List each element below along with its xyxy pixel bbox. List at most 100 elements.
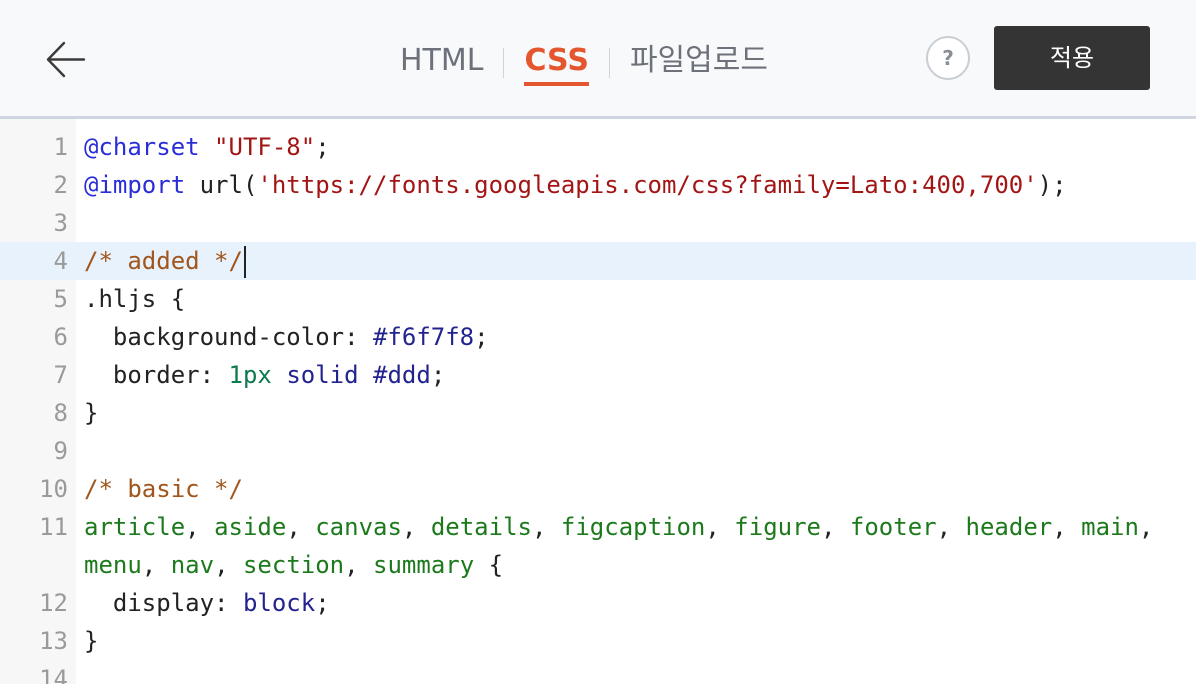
code-token: { — [474, 551, 504, 579]
editor-header: HTML CSS 파일업로드 ? 적용 — [0, 0, 1196, 119]
code-token: "UTF-8" — [214, 133, 316, 161]
line-number: 12 — [39, 589, 68, 617]
line-text: article, aside, canvas, details, figcapt… — [84, 508, 1153, 546]
line-text: /* basic */ — [84, 470, 243, 508]
apply-button[interactable]: 적용 — [994, 26, 1150, 90]
code-token: .hljs { — [84, 285, 186, 313]
arrow-left-icon — [46, 41, 86, 78]
code-line[interactable]: 3 — [0, 204, 1196, 242]
code-area[interactable]: 1 @charset "UTF-8"; 2 @import url('https://… — [0, 128, 1196, 684]
code-token: , — [141, 551, 171, 579]
code-token: , — [401, 513, 431, 541]
line-text: @import url('https://fonts.googleapis.co… — [84, 166, 1067, 204]
tab-file-upload[interactable]: 파일업로드 — [630, 40, 768, 86]
code-token: 1px — [228, 361, 272, 389]
line-number: 11 — [39, 513, 68, 541]
line-text: border: 1px solid #ddd; — [84, 356, 445, 394]
code-line[interactable]: menu, nav, section, summary { — [0, 546, 1196, 584]
code-line[interactable]: 6 background-color: #f6f7f8; — [0, 318, 1196, 356]
code-token: @import — [84, 171, 186, 199]
code-token: ; — [315, 133, 330, 161]
code-token: #ddd — [373, 361, 431, 389]
code-token: aside — [214, 513, 287, 541]
code-token: ; — [430, 361, 446, 389]
tab-divider — [608, 48, 610, 78]
code-token: ; — [474, 323, 489, 351]
tab-divider — [503, 48, 505, 78]
line-text: @charset "UTF-8"; — [84, 128, 330, 166]
code-token: , — [185, 513, 215, 541]
css-code-editor[interactable]: 1 @charset "UTF-8"; 2 @import url('https://… — [0, 119, 1196, 684]
code-token: canvas — [315, 513, 402, 541]
code-token: , — [1052, 513, 1082, 541]
code-line[interactable]: 9 — [0, 432, 1196, 470]
code-token: , — [705, 513, 735, 541]
line-number: 6 — [53, 323, 68, 351]
code-token: nav — [170, 551, 215, 579]
back-button[interactable] — [44, 38, 88, 82]
line-number: 13 — [39, 627, 68, 655]
tab-bar: HTML CSS 파일업로드 — [400, 40, 768, 90]
tab-css[interactable]: CSS — [524, 40, 589, 86]
code-token: , — [821, 513, 850, 541]
code-line[interactable]: 7 border: 1px solid #ddd; — [0, 356, 1196, 394]
code-token: section — [242, 551, 345, 579]
code-token: ; — [315, 589, 330, 617]
line-number: 8 — [53, 399, 68, 427]
code-line[interactable]: 8} — [0, 394, 1196, 432]
code-token: article — [84, 513, 186, 541]
code-token: header — [965, 513, 1053, 541]
code-token: background-color: — [84, 323, 373, 351]
code-line[interactable]: 10 /* basic */ — [0, 470, 1196, 508]
line-text: menu, nav, section, summary { — [84, 546, 503, 584]
line-number: 3 — [53, 209, 68, 237]
code-token: block — [242, 589, 316, 617]
line-text: .hljs { — [84, 280, 185, 318]
code-token: /* basic */ — [84, 475, 243, 503]
code-token: display: — [84, 589, 243, 617]
line-text: background-color: #f6f7f8; — [84, 318, 489, 356]
code-line[interactable]: 4 /* added */ — [0, 242, 1196, 280]
code-line[interactable]: 11 article, aside, canvas, details, figca… — [0, 508, 1196, 546]
code-token: footer — [849, 513, 937, 541]
code-token: ); — [1037, 171, 1067, 199]
tab-html[interactable]: HTML — [400, 40, 483, 86]
code-token: /* added */ — [84, 247, 243, 275]
code-line[interactable]: 1 @charset "UTF-8"; — [0, 128, 1196, 166]
code-token: , — [531, 513, 561, 541]
help-button[interactable]: ? — [926, 36, 970, 80]
code-line[interactable]: 14 — [0, 660, 1196, 684]
line-text: } — [84, 622, 98, 660]
line-number: 5 — [53, 285, 68, 313]
code-token: } — [84, 627, 99, 655]
help-icon: ? — [942, 46, 954, 70]
code-token: details — [430, 513, 532, 541]
code-token: } — [84, 399, 99, 427]
code-line[interactable]: 2 @import url('https://fonts.googleapis.c… — [0, 166, 1196, 204]
line-number: 9 — [53, 437, 68, 465]
code-line[interactable]: 12 display: block; — [0, 584, 1196, 622]
code-token: , — [286, 513, 316, 541]
line-number: 14 — [39, 665, 68, 684]
line-number: 4 — [53, 247, 68, 275]
code-token: , — [344, 551, 374, 579]
code-token: main — [1081, 513, 1139, 541]
line-number: 1 — [53, 133, 68, 161]
line-text: } — [84, 394, 98, 432]
code-token: menu — [84, 551, 142, 579]
line-number: 7 — [53, 361, 68, 389]
code-token: figcaption — [560, 513, 706, 541]
code-token: , — [214, 551, 243, 579]
line-text: display: block; — [84, 584, 330, 622]
code-token: #f6f7f8 — [372, 323, 475, 351]
code-token: summary — [373, 551, 475, 579]
code-token: , — [1138, 513, 1154, 541]
code-line[interactable]: 13} — [0, 622, 1196, 660]
code-token: solid — [286, 361, 359, 389]
code-line[interactable]: 5 .hljs { — [0, 280, 1196, 318]
code-token: 'https://fonts.googleapis.com/css?family… — [257, 171, 1038, 199]
code-token: , — [936, 513, 966, 541]
line-text: /* added */ — [84, 242, 246, 280]
line-number: 10 — [39, 475, 68, 503]
